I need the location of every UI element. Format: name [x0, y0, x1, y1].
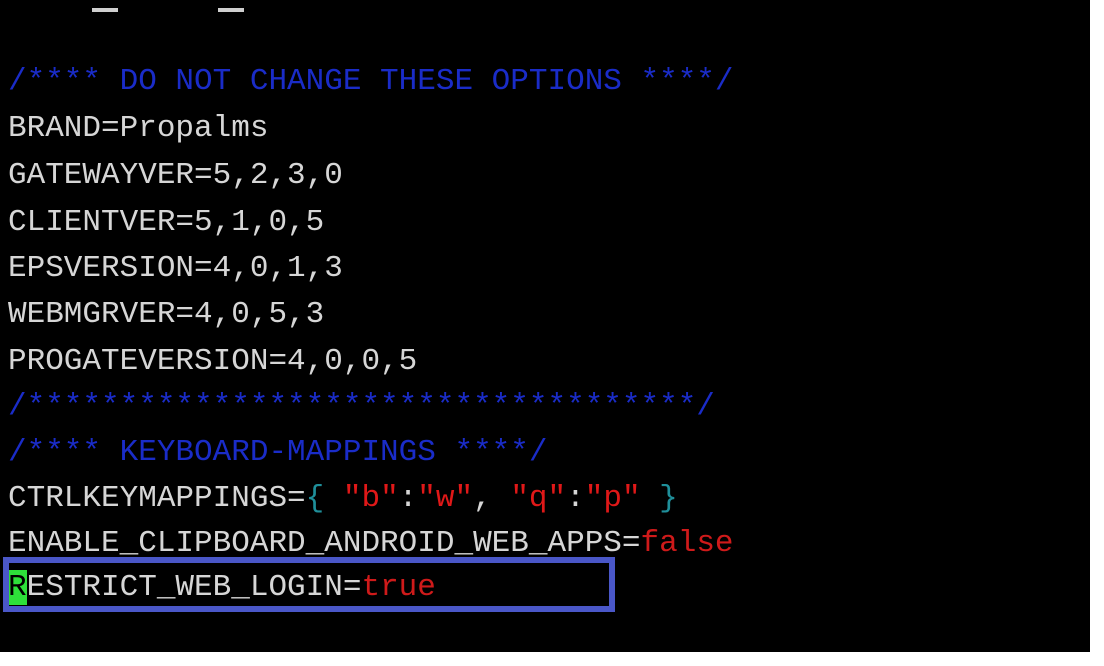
- partial-text-top: [218, 8, 244, 12]
- enable-clipboard-value: false: [640, 526, 734, 561]
- highlight-box: [3, 557, 615, 612]
- config-progateversion: PROGATEVERSION=4,0,0,5: [8, 344, 418, 379]
- ctrlkey-str-p: "p": [584, 481, 641, 516]
- comment-divider: /************************************/: [8, 389, 715, 424]
- ctrlkey-colon: :: [566, 481, 585, 516]
- ctrlkey-comma: ,: [473, 481, 511, 516]
- partial-text-top: [92, 8, 118, 12]
- config-epsversion: EPSVERSION=4,0,1,3: [8, 251, 343, 286]
- ctrlkey-name: CTRLKEYMAPPINGS=: [8, 481, 306, 516]
- config-brand: BRAND=Propalms: [8, 111, 269, 146]
- config-clientver: CLIENTVER=5,1,0,5: [8, 205, 325, 240]
- ctrlkey-str-q: "q": [510, 481, 567, 516]
- ctrlkey-open-brace: {: [305, 481, 325, 516]
- ctrlkey-str-b: "b": [342, 481, 399, 516]
- terminal-window[interactable]: /**** DO NOT CHANGE THESE OPTIONS ****/ …: [0, 0, 1090, 652]
- ctrlkey-colon: :: [398, 481, 418, 516]
- screenshot: /**** DO NOT CHANGE THESE OPTIONS ****/ …: [0, 0, 1104, 666]
- ctrlkey-str-w: "w": [417, 481, 474, 516]
- config-gatewayver: GATEWAYVER=5,2,3,0: [8, 158, 343, 193]
- comment-do-not-change: /**** DO NOT CHANGE THESE OPTIONS ****/: [8, 64, 734, 99]
- ctrlkey-close-brace: }: [659, 481, 678, 516]
- config-ctrlkeymappings: CTRLKEYMAPPINGS={ "b":"w", "q":"p" }: [8, 477, 678, 521]
- config-webmgrver: WEBMGRVER=4,0,5,3: [8, 297, 325, 332]
- comment-keyboard-mappings: /**** KEYBOARD-MAPPINGS ****/: [8, 435, 548, 470]
- enable-clipboard-key: ENABLE_CLIPBOARD_ANDROID_WEB_APPS=: [8, 526, 641, 561]
